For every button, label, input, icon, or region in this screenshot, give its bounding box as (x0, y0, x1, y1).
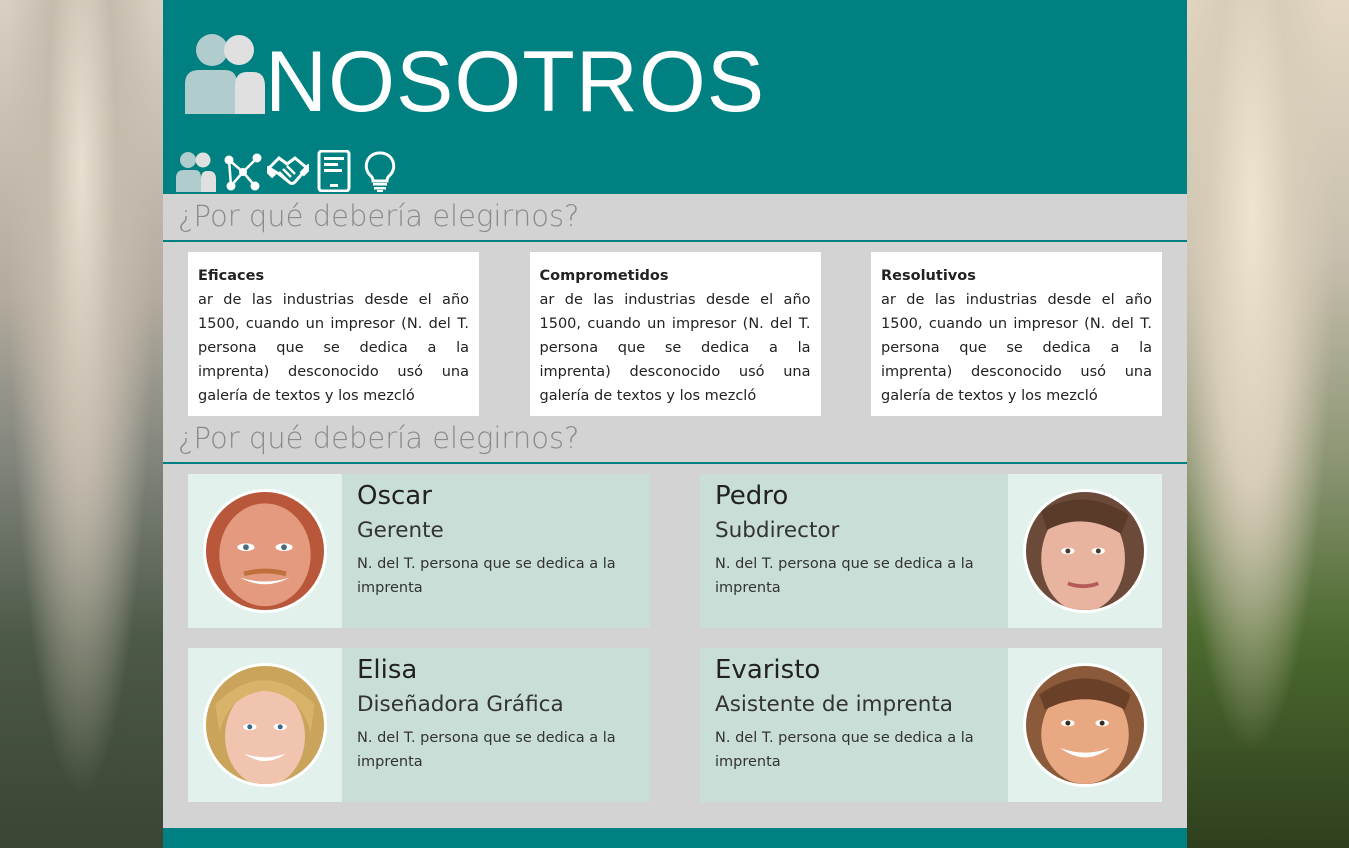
member-info: Oscar Gerente N. del T. persona que se d… (342, 474, 650, 628)
member-photo-frame (1008, 474, 1162, 628)
feature-cards: Eficaces ar de las industrias desde el a… (163, 242, 1187, 416)
team-member-card: Pedro Subdirector N. del T. persona que … (700, 474, 1162, 628)
member-photo-frame (188, 474, 342, 628)
member-role: Gerente (357, 518, 444, 543)
member-photo-frame (188, 648, 342, 802)
avatar (1023, 489, 1147, 613)
lightbulb-icon[interactable] (359, 150, 401, 192)
member-role: Asistente de imprenta (715, 692, 953, 717)
feature-card: Eficaces ar de las industrias desde el a… (188, 252, 479, 416)
users-icon (185, 34, 265, 114)
avatar (203, 663, 327, 787)
feature-card-title: Comprometidos (539, 268, 669, 284)
team-member-card: Elisa Diseñadora Gráfica N. del T. perso… (188, 648, 650, 802)
member-photo-frame (1008, 648, 1162, 802)
team-member-card: Oscar Gerente N. del T. persona que se d… (188, 474, 650, 628)
feature-card-text: ar de las industrias desde el año 1500, … (539, 292, 811, 404)
background-left (0, 0, 163, 848)
team-grid: Oscar Gerente N. del T. persona que se d… (163, 464, 1187, 802)
feature-card: Resolutivos ar de las industrias desde e… (871, 252, 1162, 416)
avatar (1023, 663, 1147, 787)
feature-card-title: Resolutivos (881, 268, 976, 284)
member-name: Elisa (357, 655, 418, 685)
member-name: Oscar (357, 481, 432, 511)
section-title-why: ¿Por qué debería elegirnos? (163, 194, 1187, 242)
avatar (203, 489, 327, 613)
users-icon[interactable] (175, 150, 217, 192)
handshake-icon[interactable] (267, 150, 309, 192)
feature-card: Comprometidos ar de las industrias desde… (529, 252, 821, 416)
feature-card-title: Eficaces (198, 268, 265, 284)
member-role: Diseñadora Gráfica (357, 692, 564, 717)
member-info: Pedro Subdirector N. del T. persona que … (700, 474, 1008, 628)
member-info: Evaristo Asistente de imprenta N. del T.… (700, 648, 1008, 802)
member-description: N. del T. persona que se dedica a la imp… (357, 556, 616, 596)
member-description: N. del T. persona que se dedica a la imp… (715, 730, 974, 770)
member-description: N. del T. persona que se dedica a la imp… (715, 556, 974, 596)
feature-card-text: ar de las industrias desde el año 1500, … (881, 292, 1152, 404)
member-info: Elisa Diseñadora Gráfica N. del T. perso… (342, 648, 650, 802)
nav-icons (175, 150, 401, 192)
member-description: N. del T. persona que se dedica a la imp… (357, 730, 616, 770)
page-title: NOSOTROS (265, 34, 766, 130)
footer-bar (163, 828, 1187, 848)
network-icon[interactable] (221, 150, 263, 192)
feature-card-text: ar de las industrias desde el año 1500, … (198, 292, 469, 404)
member-name: Evaristo (715, 655, 821, 685)
main-panel: NOSOTROS ¿Por qué debería elegirnos? Efi… (163, 0, 1187, 848)
tablet-icon[interactable] (313, 150, 355, 192)
member-name: Pedro (715, 481, 789, 511)
team-member-card: Evaristo Asistente de imprenta N. del T.… (700, 648, 1162, 802)
background-right (1187, 0, 1349, 848)
member-role: Subdirector (715, 518, 840, 543)
header: NOSOTROS (163, 0, 1187, 194)
section-title-team: ¿Por qué debería elegirnos? (163, 416, 1187, 464)
